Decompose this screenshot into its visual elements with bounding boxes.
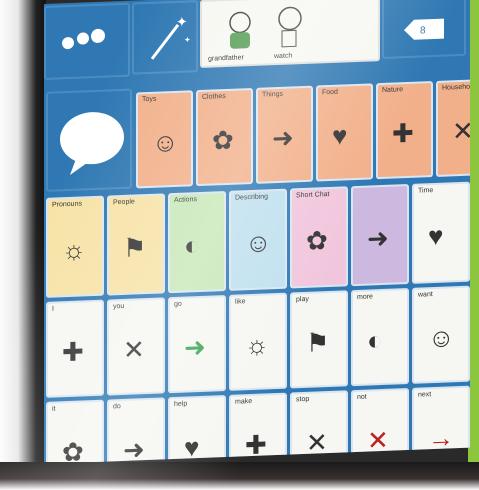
symbol-picture-icon: ✕ bbox=[367, 424, 389, 456]
symbol-label: you bbox=[113, 302, 125, 311]
symbol-cell[interactable]: Food ♥ bbox=[316, 83, 373, 182]
symbol-picture-icon: ♥ bbox=[428, 220, 444, 252]
magic-wand-icon: ✦ ✦ bbox=[150, 13, 191, 60]
symbol-cell[interactable]: not ✕ bbox=[351, 387, 409, 464]
symbol-label: help bbox=[174, 400, 188, 409]
home-button[interactable] bbox=[44, 2, 130, 81]
symbol-cell[interactable]: it ✿ bbox=[46, 399, 104, 464]
symbol-label: Food bbox=[322, 88, 338, 97]
symbol-picture-icon: ☺ bbox=[428, 322, 455, 354]
symbol-label: Clothes bbox=[202, 93, 226, 101]
svg-text:8: 8 bbox=[420, 25, 426, 36]
symbol-cell[interactable]: make ✚ bbox=[229, 392, 287, 464]
symbol-label: more bbox=[357, 293, 373, 301]
symbol-cell[interactable]: Actions ◐ bbox=[168, 191, 226, 294]
symbol-picture-icon: ☼ bbox=[245, 329, 269, 361]
symbol-label: Short Chat bbox=[296, 191, 330, 200]
symbol-cell[interactable]: People ⚑ bbox=[107, 193, 165, 296]
symbol-picture-icon: ✿ bbox=[62, 436, 84, 464]
symbol-label: Toys bbox=[142, 95, 157, 104]
symbol-picture-icon: ◐ bbox=[367, 324, 383, 356]
symbol-label: next bbox=[418, 391, 432, 399]
symbol-label: do bbox=[113, 403, 121, 411]
symbol-label: stop bbox=[296, 395, 310, 404]
symbol-picture-icon: ⚑ bbox=[306, 327, 330, 358]
symbol-picture-icon: ✚ bbox=[62, 336, 84, 368]
symbol-cell[interactable]: Clothes ✿ bbox=[196, 87, 253, 187]
svg-text:✦: ✦ bbox=[176, 13, 188, 29]
symbol-picture-icon: ✿ bbox=[212, 124, 234, 156]
symbol-cell[interactable]: Nature ✚ bbox=[376, 81, 433, 180]
symbol-label: Time bbox=[418, 187, 434, 195]
speech-bubble-icon bbox=[60, 112, 124, 176]
symbol-label: Actions bbox=[174, 196, 197, 205]
symbol-picture-icon: ➜ bbox=[123, 434, 145, 464]
symbol-label: People bbox=[113, 198, 135, 207]
symbol-cell[interactable]: Describing ☺ bbox=[229, 188, 287, 291]
symbol-label: Things bbox=[262, 90, 284, 99]
symbol-label: it bbox=[52, 405, 56, 413]
symbol-cell[interactable]: I ✚ bbox=[46, 299, 104, 398]
symbol-cell[interactable]: next → bbox=[412, 385, 470, 464]
symbol-picture-icon: ☼ bbox=[62, 234, 86, 266]
symbol-cell[interactable]: you ✕ bbox=[107, 297, 165, 396]
symbol-cell[interactable]: Things ➜ bbox=[256, 85, 313, 184]
symbol-picture-icon: → bbox=[428, 422, 454, 454]
backspace-button[interactable]: 8 bbox=[382, 0, 466, 60]
symbol-label: not bbox=[357, 393, 367, 401]
symbol-cell[interactable]: Pronouns ☼ bbox=[46, 195, 104, 298]
symbol-label: Pronouns bbox=[52, 200, 82, 209]
symbol-label: want bbox=[418, 291, 433, 299]
symbol-picture-icon: ✿ bbox=[306, 225, 328, 256]
symbol-cell[interactable]: Time ♥ bbox=[412, 181, 470, 284]
symbol-picture-icon: ☺ bbox=[152, 126, 179, 158]
symbol-picture-icon: ◐ bbox=[184, 230, 200, 261]
symbol-cell[interactable]: stop ✕ bbox=[290, 390, 348, 464]
symbol-label: Nature bbox=[382, 86, 404, 95]
clear-button[interactable]: ✦ ✦ bbox=[132, 0, 198, 75]
svg-text:✦: ✦ bbox=[184, 35, 191, 44]
symbol-label: make bbox=[235, 398, 253, 406]
top-bar: ✦ ✦ grandfather watch 8 bbox=[44, 0, 470, 86]
aac-screen: ✦ ✦ grandfather watch 8 Toys ☺ Clothes ✿… bbox=[44, 0, 470, 464]
symbol-label: like bbox=[235, 298, 246, 306]
symbol-label: Household bbox=[442, 83, 470, 92]
symbol-cell[interactable]: Short Chat ✿ bbox=[290, 186, 348, 289]
symbol-picture-icon: ♥ bbox=[184, 432, 200, 463]
symbol-picture-icon: ✚ bbox=[245, 429, 267, 461]
sentence-word-1: grandfather bbox=[208, 54, 244, 63]
symbol-picture-icon: ✕ bbox=[452, 115, 470, 147]
symbol-cell[interactable]: more ◐ bbox=[351, 287, 409, 387]
symbol-cell[interactable]: go ➜ bbox=[168, 295, 226, 394]
symbol-picture-icon: ⚑ bbox=[123, 232, 147, 263]
symbol-label: go bbox=[174, 300, 182, 309]
symbol-cell[interactable]: want ☺ bbox=[412, 285, 470, 384]
symbol-cell[interactable]: help ♥ bbox=[168, 395, 226, 464]
symbol-cell[interactable]: Household ✕ bbox=[436, 78, 470, 177]
dots-icon bbox=[62, 28, 105, 50]
symbol-label: I bbox=[52, 305, 54, 313]
tablet-bezel-left bbox=[0, 0, 46, 490]
symbol-picture-icon: ➜ bbox=[272, 122, 294, 154]
symbol-picture-icon: ♥ bbox=[332, 120, 348, 151]
symbol-cell[interactable]: Toys ☺ bbox=[136, 90, 193, 189]
sentence-bar[interactable]: grandfather watch bbox=[200, 0, 380, 69]
symbol-cell[interactable]: do ➜ bbox=[107, 397, 165, 464]
photo-scene: ✦ ✦ grandfather watch 8 Toys ☺ Clothes ✿… bbox=[0, 0, 479, 490]
symbol-picture-icon: ➜ bbox=[367, 222, 389, 254]
symbol-picture-icon: ✕ bbox=[123, 334, 145, 365]
tablet-bezel-bottom bbox=[0, 462, 479, 490]
symbol-cell[interactable]: play ⚑ bbox=[290, 290, 348, 389]
symbol-label: play bbox=[296, 295, 309, 304]
speak-button[interactable] bbox=[46, 88, 132, 192]
symbol-cell[interactable]: like ☼ bbox=[229, 292, 287, 391]
symbol-picture-icon: ➜ bbox=[184, 331, 206, 363]
symbol-picture-icon: ✚ bbox=[392, 117, 414, 149]
backspace-icon: 8 bbox=[404, 18, 444, 40]
symbol-label: Describing bbox=[235, 193, 269, 202]
symbol-picture-icon: ✕ bbox=[306, 427, 328, 458]
sentence-word-2: watch bbox=[274, 52, 293, 61]
symbol-cell[interactable]: ➜ bbox=[351, 183, 409, 287]
symbol-picture-icon: ☺ bbox=[245, 227, 272, 259]
